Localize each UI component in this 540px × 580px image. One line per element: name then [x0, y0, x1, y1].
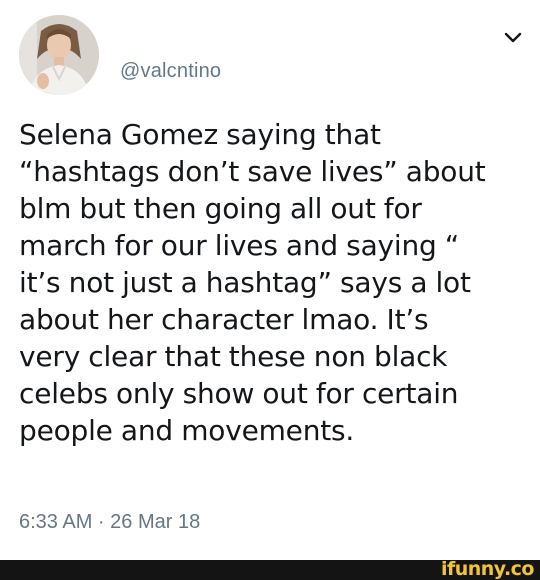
- tweet-text-line: “hashtags don’t save lives” about: [19, 155, 486, 188]
- ifunny-watermark: ifunny.co: [440, 558, 535, 580]
- tweet-text-line: very clear that these non black: [19, 340, 448, 373]
- tweet-text-line: celebs only show out for certain: [19, 377, 459, 410]
- tweet-text-line: Selena Gomez saying that: [19, 118, 381, 151]
- chevron-down-icon[interactable]: [503, 31, 523, 45]
- tweet-text: Selena Gomez saying that “hashtags don’t…: [19, 116, 524, 449]
- watermark-bar: ifunny.co: [0, 558, 540, 580]
- avatar[interactable]: [19, 15, 99, 95]
- tweet-text-line: it’s not just a hashtag” says a lot: [19, 266, 471, 299]
- tweet-text-line: people and movements.: [19, 414, 355, 447]
- user-handle[interactable]: @valcntino: [120, 60, 221, 83]
- tweet-text-line: about her character lmao. It’s: [19, 303, 429, 336]
- profile-photo: [19, 15, 99, 95]
- tweet-text-line: march for our lives and saying “: [19, 229, 460, 262]
- tweet-text-line: blm but then going all out for: [19, 192, 422, 225]
- tweet-timestamp[interactable]: 6:33 AM · 26 Mar 18: [19, 511, 200, 534]
